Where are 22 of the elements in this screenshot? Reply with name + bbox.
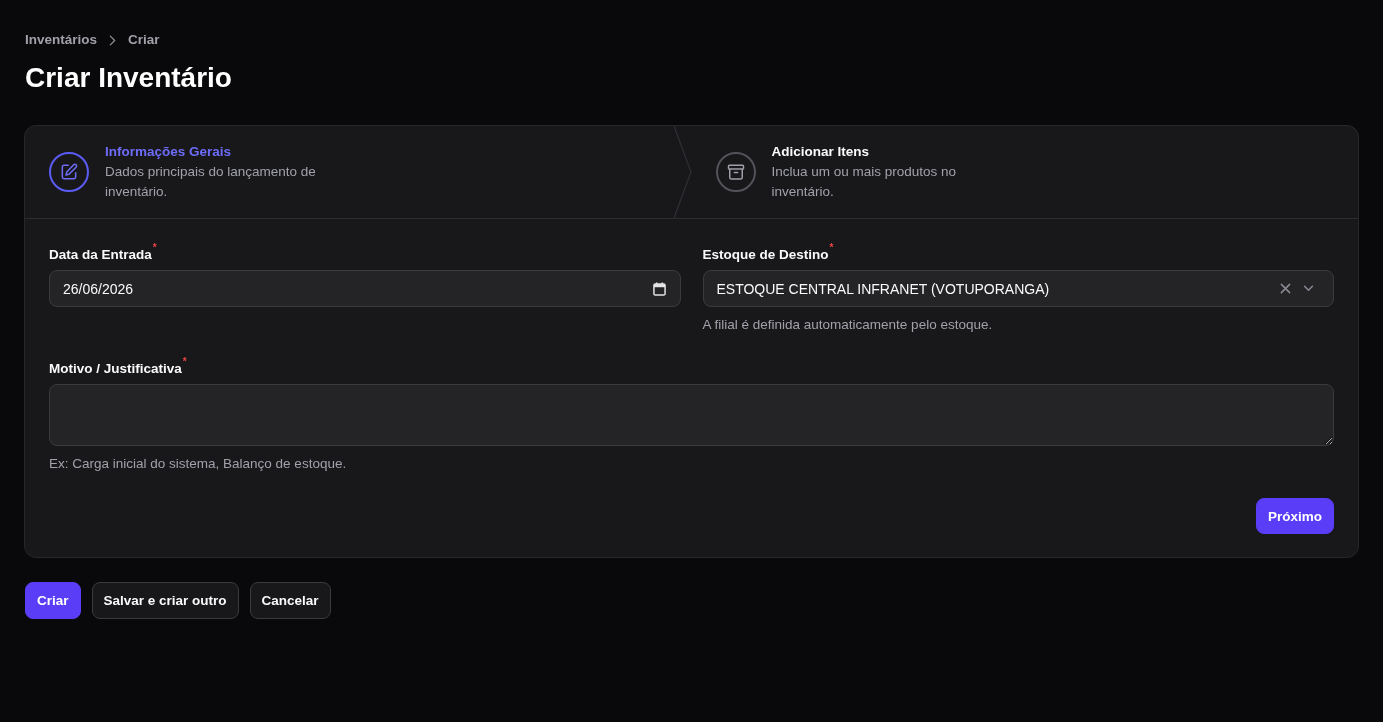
step-title[interactable]: Informações Gerais xyxy=(105,142,232,162)
step-description: Dados principais do lançamento de inventário. xyxy=(105,163,317,201)
field-hint: A filial é definida automaticamente pelo estoque. xyxy=(702,316,993,334)
select-field[interactable]: ESTOQUE CENTRAL INFRANET (VOTUPORANGA) xyxy=(702,270,1334,307)
next-button[interactable]: Próximo xyxy=(1256,498,1334,534)
step-title[interactable]: Adicionar Itens xyxy=(771,142,870,162)
action-button[interactable]: Criar xyxy=(25,582,81,619)
field-label: Data da Entrada$^{*}$ xyxy=(49,245,157,264)
page-title: Criar Inventário xyxy=(25,61,232,95)
action-button[interactable]: Cancelar xyxy=(249,582,331,619)
date-field[interactable]: 26/06/2026 xyxy=(49,270,681,307)
field-hint: Ex: Carga inicial do sistema, Balanço de estoque. xyxy=(49,455,347,473)
calendar-icon[interactable] xyxy=(652,281,666,296)
close-icon[interactable] xyxy=(1280,283,1291,294)
step-description: Inclua um ou mais produtos no inventário. xyxy=(771,163,958,201)
chevron-right-icon xyxy=(109,34,117,46)
breadcrumb-link[interactable]: Criar xyxy=(128,31,160,49)
field-label: Motivo / Justificativa$^{*}$ xyxy=(49,359,187,378)
action-button[interactable]: Salvar e criar outro xyxy=(91,582,239,619)
field-label: Estoque de Destino$^{*}$ xyxy=(702,245,834,264)
breadcrumb-link[interactable]: Inventários xyxy=(25,31,98,49)
chevron-down-icon[interactable] xyxy=(1303,285,1314,292)
